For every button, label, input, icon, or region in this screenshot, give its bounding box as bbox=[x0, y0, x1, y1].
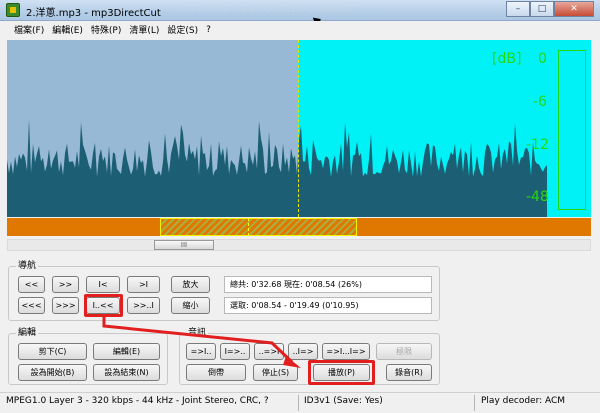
menu-list[interactable]: 清單(L) bbox=[125, 23, 163, 36]
waveform-view[interactable]: [dB] 0 -6 -12 -48 bbox=[7, 40, 591, 217]
audio-format-status: MPEG1.0 Layer 3 - 320 kbps - 44 kHz - Jo… bbox=[6, 396, 269, 406]
annotation-highlight-nav bbox=[84, 294, 123, 317]
playback-cursor bbox=[298, 40, 299, 217]
edit-button[interactable]: 編輯(E) bbox=[93, 343, 160, 360]
annotation-highlight-play bbox=[308, 360, 375, 385]
nav-next-button[interactable]: >> bbox=[52, 276, 79, 293]
nav-go-end-button[interactable]: >I bbox=[127, 276, 160, 293]
play-selection-button[interactable]: =>I...I=> bbox=[322, 343, 370, 360]
background-ghost-text: Aa AaBb AaBbC AaBbC Aabbc bbox=[180, 4, 355, 15]
set-end-button[interactable]: 設為結束(N) bbox=[93, 364, 160, 381]
navigation-label: 導航 bbox=[16, 258, 39, 271]
jump-to-start-button[interactable]: =>I.. bbox=[186, 343, 216, 360]
window-title: 2.洋蔥.mp3 - mp3DirectCut bbox=[26, 8, 161, 19]
play-from-start-button[interactable]: I=>.. bbox=[220, 343, 250, 360]
zoom-in-button[interactable]: 放大 bbox=[171, 276, 210, 293]
waveform-shape bbox=[7, 119, 547, 217]
timeline-bar[interactable] bbox=[7, 218, 591, 236]
title-bar: 2.洋蔥.mp3 - mp3DirectCut Aa AaBb AaBbC Aa… bbox=[0, 0, 600, 21]
cut-button[interactable]: 剪下(C) bbox=[18, 343, 87, 360]
timeline-position-marker bbox=[248, 218, 249, 236]
db-level-6: -6 bbox=[533, 94, 547, 110]
menu-bar: 檔案(F) 編輯(E) 特殊(P) 清單(L) 設定(S) ? bbox=[0, 21, 600, 38]
limit-button[interactable]: 極限 bbox=[376, 343, 432, 360]
timeline-selection bbox=[160, 218, 357, 236]
nav-prev-button[interactable]: << bbox=[18, 276, 45, 293]
vu-meter bbox=[558, 50, 586, 210]
selection-range-display: 選取: 0'08.54 - 0'19.49 (0'10.95) bbox=[224, 297, 432, 314]
nav-go-start-button[interactable]: I< bbox=[86, 276, 120, 293]
menu-edit[interactable]: 編輯(E) bbox=[48, 23, 87, 36]
window-controls: – □ ✕ bbox=[506, 1, 594, 18]
play-to-cursor-button[interactable]: ..=>I bbox=[254, 343, 284, 360]
maximize-button[interactable]: □ bbox=[530, 1, 554, 17]
nav-to-selection-end-button[interactable]: >>..I bbox=[127, 297, 160, 314]
audio-label: 音訊 bbox=[186, 325, 209, 338]
zoom-out-button[interactable]: 縮小 bbox=[171, 297, 210, 314]
status-divider bbox=[298, 395, 299, 411]
db-level-0: 0 bbox=[538, 51, 547, 67]
menu-file[interactable]: 檔案(F) bbox=[10, 23, 48, 36]
horizontal-scrollbar[interactable]: III bbox=[7, 239, 591, 251]
edit-label: 編輯 bbox=[16, 325, 39, 338]
minimize-button[interactable]: – bbox=[506, 1, 530, 17]
nav-fast-forward-button[interactable]: >>> bbox=[52, 297, 79, 314]
menu-help[interactable]: ? bbox=[202, 25, 215, 35]
total-position-display: 總共: 0'32.68 現在: 0'08.54 (26%) bbox=[224, 276, 432, 293]
menu-special[interactable]: 特殊(P) bbox=[87, 23, 125, 36]
tag-status: ID3v1 (Save: Yes) bbox=[304, 396, 383, 406]
record-button[interactable]: 錄音(R) bbox=[386, 364, 432, 381]
play-from-cursor-button[interactable]: ..I=> bbox=[288, 343, 318, 360]
rewind-button[interactable]: 倒帶 bbox=[186, 364, 246, 381]
menu-settings[interactable]: 設定(S) bbox=[163, 23, 202, 36]
status-bar: MPEG1.0 Layer 3 - 320 kbps - 44 kHz - Jo… bbox=[0, 392, 600, 413]
close-button[interactable]: ✕ bbox=[554, 1, 594, 17]
app-icon bbox=[6, 3, 20, 17]
db-level-12: -12 bbox=[526, 137, 549, 153]
scrollbar-thumb[interactable]: III bbox=[154, 240, 214, 250]
stop-button[interactable]: 停止(S) bbox=[253, 364, 298, 381]
decoder-status: Play decoder: ACM bbox=[481, 396, 566, 406]
db-level-48: -48 bbox=[526, 189, 549, 205]
nav-fast-back-button[interactable]: <<< bbox=[18, 297, 45, 314]
db-unit-label: [dB] bbox=[492, 51, 522, 67]
status-divider bbox=[474, 395, 475, 411]
set-start-button[interactable]: 設為開始(B) bbox=[18, 364, 87, 381]
